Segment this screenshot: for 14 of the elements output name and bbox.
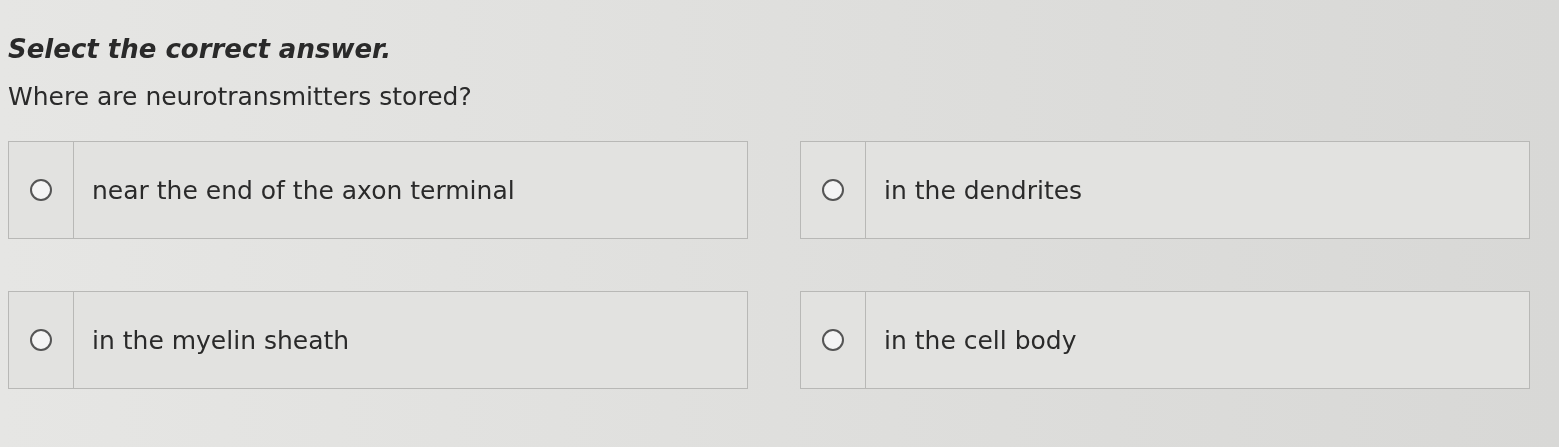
option-label: in the myelin sheath bbox=[91, 325, 350, 355]
answer-option[interactable]: in the cell body bbox=[800, 291, 1530, 389]
option-label: in the dendrites bbox=[883, 175, 1083, 205]
radio-button[interactable] bbox=[30, 179, 52, 201]
radio-button[interactable] bbox=[822, 329, 844, 351]
answer-option[interactable]: in the myelin sheath bbox=[8, 291, 748, 389]
instruction-text: Select the correct answer. bbox=[8, 34, 393, 64]
option-label: in the cell body bbox=[883, 325, 1077, 355]
radio-button[interactable] bbox=[30, 329, 52, 351]
answer-option[interactable]: in the dendrites bbox=[800, 141, 1530, 239]
radio-button[interactable] bbox=[822, 179, 844, 201]
answer-option[interactable]: near the end of the axon terminal bbox=[8, 141, 748, 239]
question-text: Where are neurotransmitters stored? bbox=[8, 82, 473, 111]
option-label: near the end of the axon terminal bbox=[91, 175, 515, 205]
